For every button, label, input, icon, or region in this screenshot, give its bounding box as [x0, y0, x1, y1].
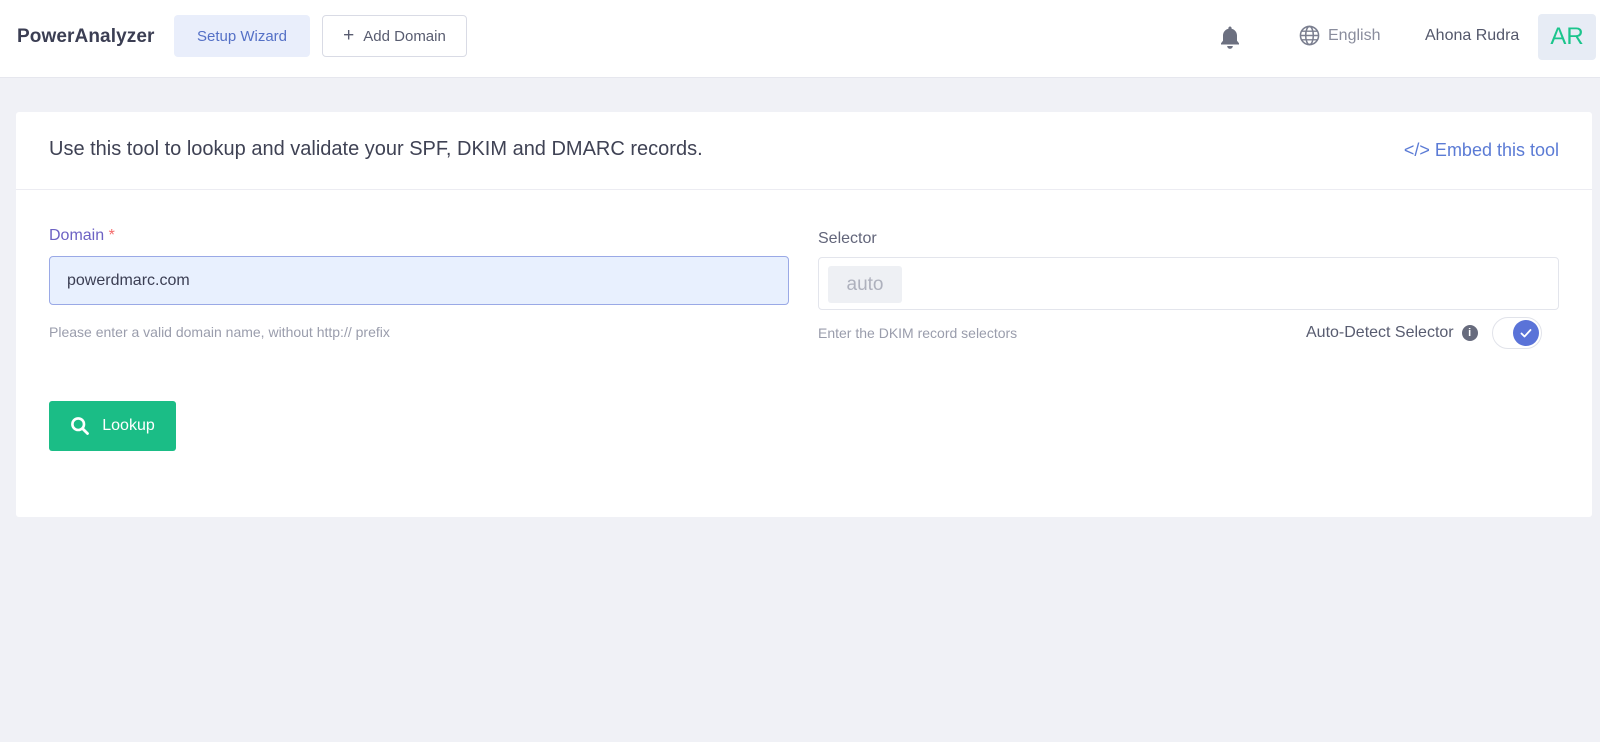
add-domain-label: Add Domain — [363, 27, 446, 45]
info-icon[interactable]: i — [1461, 325, 1478, 341]
domain-label: Domain * — [49, 227, 115, 245]
domain-input[interactable] — [49, 256, 789, 305]
language-label: English — [1328, 26, 1381, 44]
required-mark: * — [108, 227, 115, 244]
card-header: Use this tool to lookup and validate you… — [16, 112, 1592, 190]
auto-detect-selector: Auto-Detect Selector i — [1306, 317, 1542, 349]
domain-help-text: Please enter a valid domain name, withou… — [49, 324, 390, 340]
plus-icon: + — [343, 24, 355, 46]
toggle-knob — [1512, 320, 1539, 346]
language-selector[interactable]: English — [1299, 25, 1380, 46]
brand-logo-text[interactable]: PowerAnalyzer — [17, 26, 155, 48]
add-domain-button[interactable]: + Add Domain — [322, 15, 467, 57]
check-icon — [1520, 329, 1532, 338]
selector-label: Selector — [818, 230, 877, 247]
search-icon — [71, 417, 90, 435]
selector-chip[interactable]: auto — [828, 266, 902, 303]
top-navbar: PowerAnalyzer Setup Wizard + Add Domain … — [0, 0, 1600, 78]
globe-icon — [1299, 25, 1320, 46]
page-title: Use this tool to lookup and validate you… — [49, 138, 703, 160]
lookup-button[interactable]: Lookup — [49, 401, 176, 451]
selector-help-text: Enter the DKIM record selectors — [818, 325, 1018, 341]
auto-detect-label: Auto-Detect Selector — [1306, 324, 1454, 341]
domain-label-text: Domain — [49, 227, 105, 244]
setup-wizard-label: Setup Wizard — [196, 27, 288, 45]
avatar[interactable]: AR — [1538, 14, 1596, 60]
bell-icon[interactable] — [1218, 25, 1242, 51]
selector-input[interactable]: auto — [818, 257, 1559, 310]
embed-tool-link[interactable]: </> Embed this tool — [1404, 140, 1559, 161]
lookup-tool-card: Use this tool to lookup and validate you… — [16, 112, 1592, 517]
lookup-label: Lookup — [102, 417, 155, 434]
setup-wizard-button[interactable]: Setup Wizard — [174, 15, 310, 57]
auto-detect-toggle[interactable] — [1491, 317, 1542, 349]
user-name[interactable]: Ahona Rudra — [1425, 27, 1519, 45]
